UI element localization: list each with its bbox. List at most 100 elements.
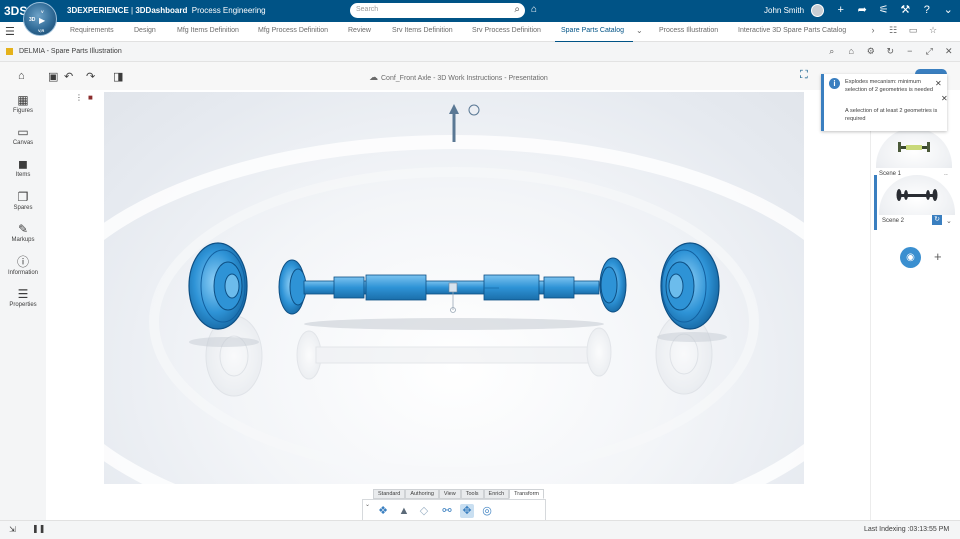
chevron-down-icon[interactable]: ⌄ <box>938 3 960 18</box>
tab-process-illustration[interactable]: Process Illustration <box>659 27 718 34</box>
items-icon: ◼ <box>18 157 28 171</box>
view-icon[interactable]: ▭ <box>903 25 923 36</box>
pause-icon[interactable]: ❚❚ <box>32 524 45 533</box>
left-sidebar: ▦ Figures ▭ Canvas ◼ Items ❐ Spares ✎ Ma… <box>0 90 46 520</box>
rotate-icon[interactable]: ◎ <box>480 504 494 518</box>
minimize-icon[interactable]: − <box>900 46 920 57</box>
tab-srv-items[interactable]: Srv Items Definition <box>392 27 453 34</box>
star-icon[interactable]: ☆ <box>923 25 943 36</box>
search-placeholder: Search <box>356 6 379 13</box>
action-bar-tools: ⌄ ❖ ▲ ◇ ⚯ ✥ ◎ <box>362 499 546 522</box>
right-wheel-part[interactable] <box>660 242 720 330</box>
tab-view[interactable]: View <box>438 489 461 499</box>
close-icon[interactable]: ✕ <box>941 94 948 103</box>
robot-icon[interactable]: ✥ <box>460 504 474 518</box>
right-hub-part[interactable] <box>599 257 627 313</box>
share-icon[interactable]: ➦ <box>852 3 874 18</box>
tab-mfg-items[interactable]: Mfg Items Definition <box>177 27 239 34</box>
help-icon[interactable]: ? <box>916 3 938 18</box>
close-icon[interactable]: ✕ <box>935 79 942 88</box>
tab-interactive-catalog[interactable]: Interactive 3D Spare Parts Catalog <box>738 27 846 34</box>
refresh-icon[interactable]: ↻ <box>881 46 901 57</box>
save-icon[interactable]: ▣ <box>48 70 58 83</box>
canvas-icon: ▭ <box>17 125 29 139</box>
search-icon[interactable]: ⌕ <box>822 46 842 57</box>
sidebar-item-properties[interactable]: ☰ Properties <box>0 287 46 308</box>
fit-all-icon[interactable]: ⛶ <box>800 69 808 82</box>
scene-card-2[interactable]: Scene 2 ↻ ⌄ <box>874 175 955 230</box>
sidebar-item-items[interactable]: ◼ Items <box>0 157 46 178</box>
add-scene-button[interactable]: + <box>934 249 942 264</box>
broadcast-icon[interactable]: ⚟ <box>873 3 895 18</box>
tab-transform[interactable]: Transform <box>509 489 544 499</box>
left-wheel-part[interactable] <box>188 242 248 330</box>
tab-review[interactable]: Review <box>348 27 371 34</box>
list-icon[interactable]: ☷ <box>883 25 903 36</box>
tab-requirements[interactable]: Requirements <box>70 27 114 34</box>
avatar[interactable] <box>811 4 824 17</box>
tab-spare-parts-catalog[interactable]: Spare Parts Catalog <box>561 27 624 34</box>
tag-icon[interactable]: ⌂ <box>531 4 537 15</box>
gear-icon[interactable]: ⚙ <box>861 46 881 57</box>
close-icon[interactable]: ✕ <box>939 46 959 57</box>
tab-srv-process[interactable]: Srv Process Definition <box>472 27 541 34</box>
left-hub-part[interactable] <box>278 259 307 315</box>
ds-logo-icon[interactable]: 3DS <box>4 4 27 18</box>
snap-icon[interactable]: ◇ <box>417 504 431 518</box>
move-icon[interactable]: ▲ <box>397 504 411 518</box>
tab-design[interactable]: Design <box>134 27 156 34</box>
search-icon[interactable]: ⌕ <box>514 4 520 15</box>
compass-widget[interactable]: 3D V ▶ V,R <box>23 2 57 36</box>
menu-icon[interactable]: ☰ <box>5 25 15 38</box>
drag-handle-icon[interactable]: ⋮ <box>75 93 83 102</box>
cube-icon[interactable]: ■ <box>88 93 93 102</box>
tab-mfg-process[interactable]: Mfg Process Definition <box>258 27 328 34</box>
sidebar-item-label: Properties <box>9 302 37 308</box>
sidebar-item-information[interactable]: ⓘ Information <box>0 255 46 276</box>
undo-icon[interactable]: ↶ <box>64 70 73 83</box>
user-name[interactable]: John Smith <box>764 6 804 15</box>
play-icon[interactable]: ▶ <box>39 16 45 25</box>
panel-toggle-icon[interactable]: ◨ <box>113 70 123 83</box>
3d-viewport[interactable] <box>104 92 804 484</box>
chevron-down-icon[interactable]: ⌄ <box>946 217 952 225</box>
sidebar-item-label: Canvas <box>12 140 34 146</box>
capture-scene-button[interactable]: ◉ <box>900 247 921 268</box>
explode-icon[interactable]: ❖ <box>376 504 390 518</box>
document-title: ☁ Conf_Front Axle - 3D Work Instructions … <box>369 72 548 83</box>
redo-icon[interactable]: ↷ <box>86 70 95 83</box>
app-window-controls: ⌕ ⌂ ⚙ ↻ − ⤢ ✕ <box>822 46 959 57</box>
axle-shaft-part[interactable] <box>303 274 600 313</box>
tab-enrich[interactable]: Enrich <box>483 489 510 499</box>
brand-app: 3DDashboard <box>135 6 188 15</box>
tools-icon[interactable]: ⚒ <box>895 3 917 18</box>
align-icon[interactable]: ⚯ <box>440 504 454 518</box>
document-title-text: Conf_Front Axle - 3D Work Instructions -… <box>381 75 548 82</box>
home-outline-icon[interactable]: ⌂ <box>842 46 862 57</box>
brand-title: 3DEXPERIENCE | 3DDashboard Process Engin… <box>67 6 266 15</box>
sidebar-item-label: Items <box>15 172 31 178</box>
figures-icon: ▦ <box>17 93 29 107</box>
chevron-right-icon[interactable]: › <box>863 25 883 35</box>
scene-thumbnail <box>879 175 955 215</box>
maximize-icon[interactable]: ⤢ <box>920 46 940 57</box>
network-icon[interactable]: ⇲ <box>9 525 16 534</box>
plus-icon[interactable]: + <box>830 3 852 18</box>
search-input[interactable]: Search ⌕ <box>350 3 525 18</box>
action-bar: ⌂ ▣ ↶ ↷ ◨ ☁ Conf_Front Axle - 3D Work Ins… <box>0 62 960 90</box>
sidebar-item-canvas[interactable]: ▭ Canvas <box>0 125 46 146</box>
tab-standard[interactable]: Standard <box>373 489 406 499</box>
brand-context[interactable]: Process Engineering <box>192 6 266 15</box>
sidebar-item-label: Spares <box>13 205 33 211</box>
markups-icon: ✎ <box>17 222 29 236</box>
collapse-icon[interactable]: ⌄ <box>365 501 370 508</box>
sidebar-item-spares[interactable]: ❐ Spares <box>0 190 46 211</box>
refresh-icon[interactable]: ↻ <box>932 215 942 225</box>
chevron-down-icon[interactable]: ⌄ <box>636 26 643 35</box>
home-icon[interactable]: ⌂ <box>18 70 25 82</box>
rotate-handle-icon[interactable] <box>468 104 480 116</box>
sidebar-item-markups[interactable]: ✎ Markups <box>0 222 46 243</box>
tab-tools[interactable]: Tools <box>460 489 484 499</box>
tab-authoring[interactable]: Authoring <box>405 489 439 499</box>
sidebar-item-figures[interactable]: ▦ Figures <box>0 93 46 114</box>
